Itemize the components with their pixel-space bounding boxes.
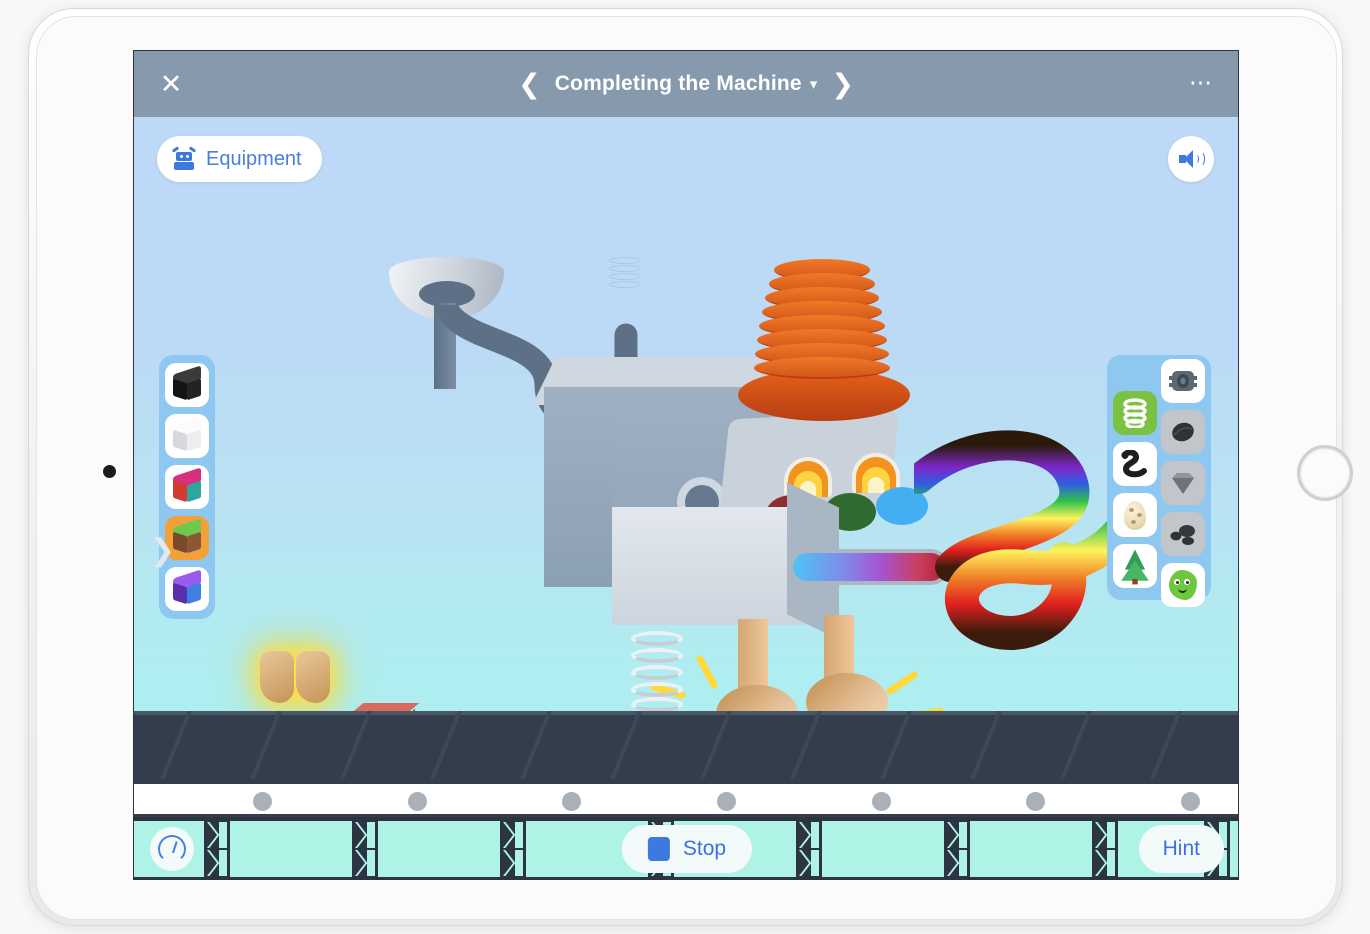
chevron-right-icon[interactable]: ❯ — [831, 69, 854, 100]
hint-label: Hint — [1162, 837, 1200, 860]
stacked-hat-icon — [754, 259, 890, 419]
belt-item-boots[interactable] — [256, 641, 336, 703]
object-palette-column-a — [1113, 391, 1157, 588]
conveyor-rollers — [134, 779, 1238, 819]
object-palette-column-b — [1161, 359, 1205, 607]
palette-item-spring[interactable] — [1113, 391, 1157, 435]
conveyor-belt — [134, 711, 1238, 779]
speaker-on-icon — [1178, 149, 1205, 169]
speedometer-icon — [158, 835, 186, 863]
stop-square-icon — [647, 837, 670, 861]
palette-item-blob[interactable] — [1161, 563, 1205, 607]
palette-item-gear[interactable] — [1161, 359, 1205, 403]
stop-label: Stop — [682, 837, 727, 860]
control-bar: Stop Hint — [134, 817, 1238, 879]
pipe-icon — [426, 283, 656, 465]
rocks-icon — [1170, 525, 1195, 545]
sound-toggle-button[interactable] — [1168, 136, 1214, 182]
spring-ghost-icon — [609, 257, 641, 297]
funnel-icon — [389, 257, 504, 319]
equipment-label: Equipment — [206, 147, 302, 170]
object-palette[interactable] — [1107, 355, 1211, 607]
spring-icon — [1123, 398, 1147, 428]
equipment-button[interactable]: Equipment — [157, 136, 322, 182]
robot-icon — [171, 146, 197, 171]
palette-item-block-crystal[interactable] — [165, 567, 209, 611]
speed-button[interactable] — [150, 827, 194, 871]
palette-item-rocks[interactable] — [1161, 512, 1205, 556]
puzzle-stage: Equipment ❯ Stop Hint — [134, 117, 1238, 879]
stop-button[interactable]: Stop — [621, 825, 753, 873]
app-screen: ✕ ❮ Completing the Machine ▾ ❯ ⋯ Equipme… — [133, 50, 1239, 880]
lens-icon — [677, 477, 727, 527]
palette-item-tree[interactable] — [1113, 544, 1157, 588]
more-options-icon[interactable]: ⋯ — [1189, 70, 1214, 93]
machine-eye-right — [852, 453, 900, 493]
machine-button-green — [824, 493, 876, 531]
title-navigation: ❮ Completing the Machine ▾ ❯ — [134, 51, 1238, 117]
palette-item-snake[interactable] — [1113, 442, 1157, 486]
page-title: Completing the Machine — [554, 72, 802, 95]
snake-icon — [1121, 450, 1147, 478]
seed-icon — [1172, 422, 1194, 442]
palette-item-seed[interactable] — [1161, 410, 1205, 454]
machine-mouth — [789, 549, 949, 585]
palette-item-egg[interactable] — [1113, 493, 1157, 537]
home-button[interactable] — [1297, 445, 1353, 501]
title-bar: ✕ ❮ Completing the Machine ▾ ❯ ⋯ — [134, 51, 1238, 117]
palette-item-block-rainbow[interactable] — [165, 465, 209, 509]
palette-item-block-obsidian[interactable] — [165, 363, 209, 407]
chevron-left-icon[interactable]: ❮ — [518, 69, 541, 100]
machine-button-blue — [876, 487, 928, 525]
chevron-down-icon[interactable]: ▾ — [810, 75, 818, 93]
block-palette[interactable]: ❯ — [150, 355, 215, 619]
front-camera-icon — [103, 465, 116, 478]
machine-button-red — [766, 495, 818, 533]
diamond-icon — [1172, 473, 1194, 494]
screenshot-root: M www.MacDown.com ✕ ❮ Completing the Mac… — [0, 0, 1370, 934]
machine-eye-left — [784, 457, 832, 497]
gear-icon — [1169, 371, 1197, 391]
palette-item-diamond[interactable] — [1161, 461, 1205, 505]
palette-handle-icon[interactable]: ❯ — [150, 530, 175, 572]
hint-button[interactable]: Hint — [1138, 825, 1224, 873]
palette-item-block-white[interactable] — [165, 414, 209, 458]
